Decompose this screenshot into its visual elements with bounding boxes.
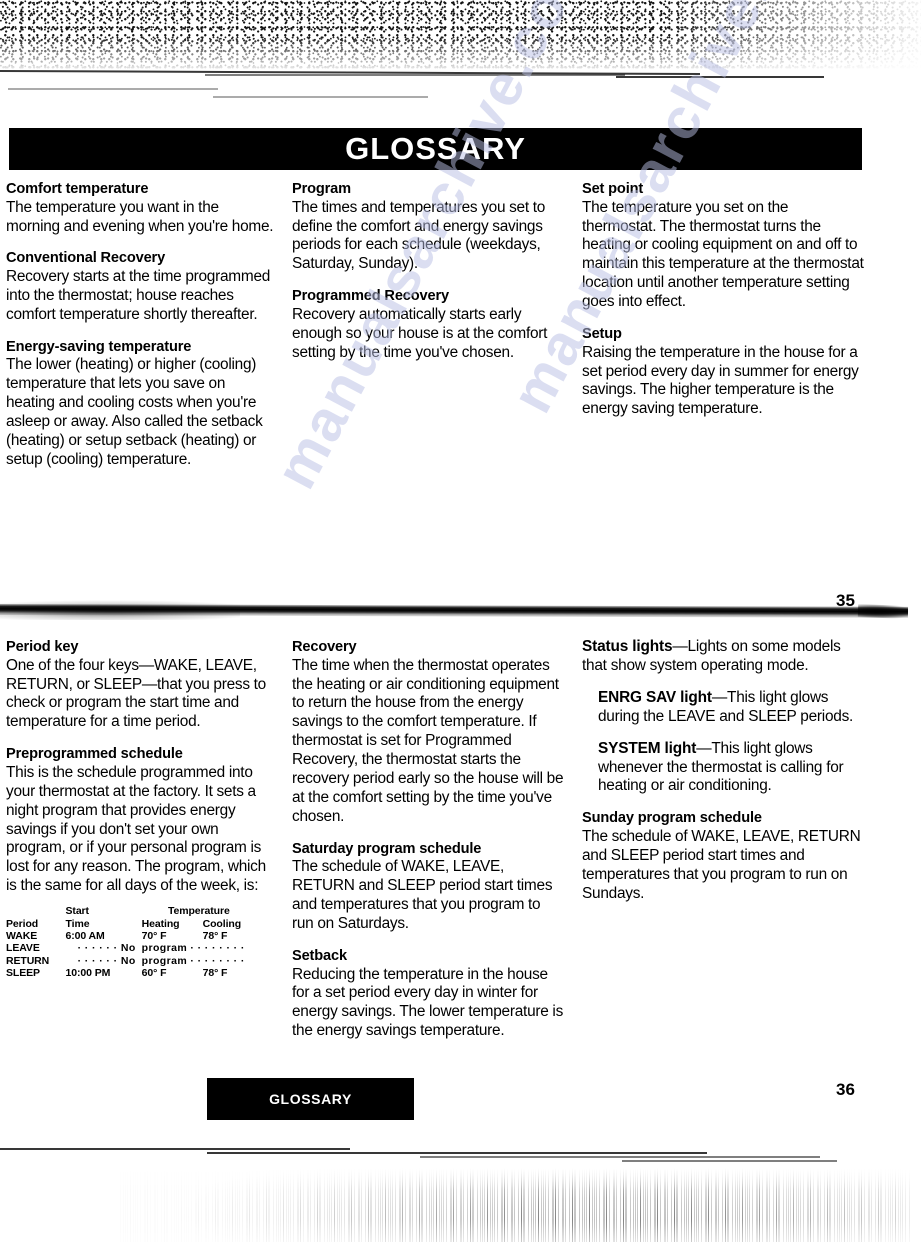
table-group-header-row: Start Temperature bbox=[6, 905, 256, 917]
table-cell-period: LEAVE bbox=[6, 942, 40, 955]
definition-saturday-program-schedule: The schedule of WAKE, LEAVE, RETURN and … bbox=[292, 858, 553, 933]
definition-setback: Reducing the temperature in the house fo… bbox=[292, 965, 564, 1040]
term-set-point: Set point bbox=[582, 181, 644, 197]
glossary-entry-system-light: SYSTEM light—This light glows whenever t… bbox=[598, 740, 864, 797]
table-cell-cooling: 78° F bbox=[202, 929, 228, 942]
table-cell-heating: 60° F bbox=[141, 967, 167, 980]
term-recovery: Recovery bbox=[292, 639, 357, 655]
page-35-column-1: Comfort temperature The temperature you … bbox=[6, 180, 274, 470]
definition-conventional-recovery: Recovery starts at the time programmed i… bbox=[6, 268, 271, 323]
definition-energy-saving-temperature: The lower (heating) or higher (cooling) … bbox=[6, 356, 263, 468]
glossary-entry-conventional-recovery: Conventional Recovery Recovery starts at… bbox=[6, 249, 274, 324]
glossary-entry-programmed-recovery: Programmed Recovery Recovery automatical… bbox=[292, 287, 564, 362]
definition-recovery: The time when the thermostat operates th… bbox=[292, 656, 564, 825]
preprogrammed-schedule-table: Start Temperature Period Time Heating Co… bbox=[6, 905, 256, 979]
term-period-key: Period key bbox=[6, 639, 79, 655]
table-row: SLEEP 10:00 PM 60° F 78° F bbox=[6, 967, 256, 979]
scan-rule-4 bbox=[8, 88, 218, 90]
term-saturday-program-schedule: Saturday program schedule bbox=[292, 840, 482, 857]
glossary-entry-set-point: Set point The temperature you set on the… bbox=[582, 180, 864, 312]
term-enrg-sav-light: ENRG SAV light bbox=[598, 688, 712, 706]
scan-rule-7 bbox=[207, 1152, 707, 1155]
table-group-header-start: Start bbox=[65, 905, 90, 918]
table-cell-cooling: 78° F bbox=[202, 967, 228, 980]
table-header-period: Period bbox=[6, 917, 39, 930]
table-cell-no-program: program · · · · · · · · bbox=[141, 942, 245, 955]
definition-status-lights: Status lights—Lights on some models that… bbox=[582, 638, 864, 676]
table-row: RETURN · · · · · · No program · · · · · … bbox=[6, 955, 256, 967]
table-cell-period: SLEEP bbox=[6, 967, 40, 980]
scan-rule-5 bbox=[213, 96, 428, 98]
table-header-cooling: Cooling bbox=[202, 917, 242, 930]
definition-programmed-recovery: Recovery automatically starts early enou… bbox=[292, 305, 548, 361]
scan-rule-6 bbox=[0, 1148, 350, 1151]
definition-setup: Raising the temperature in the house for… bbox=[582, 343, 859, 418]
table-cell-time: 6:00 AM bbox=[65, 929, 105, 942]
glossary-entry-preprogrammed-schedule: Preprogrammed schedule This is the sched… bbox=[6, 745, 274, 979]
page-35-column-2: Program The times and temperatures you s… bbox=[292, 180, 564, 363]
scan-rule-9 bbox=[622, 1160, 837, 1162]
page-36-content: Period key One of the four keys—WAKE, LE… bbox=[0, 638, 921, 1068]
definition-enrg-sav-light: ENRG SAV light—This light glows during t… bbox=[598, 689, 864, 727]
page-36-column-1: Period key One of the four keys—WAKE, LE… bbox=[6, 638, 274, 980]
definition-comfort-temperature: The temperature you want in the morning … bbox=[6, 198, 274, 235]
term-setback: Setback bbox=[292, 947, 347, 964]
term-programmed-recovery: Programmed Recovery bbox=[292, 288, 449, 305]
page-number-36: 36 bbox=[836, 1080, 855, 1099]
term-comfort-temperature: Comfort temperature bbox=[6, 181, 149, 197]
table-cell-period: WAKE bbox=[6, 929, 38, 942]
page-divider-tip bbox=[857, 604, 909, 619]
term-system-light: SYSTEM light bbox=[598, 739, 697, 757]
glossary-entry-sunday-program-schedule: Sunday program schedule The schedule of … bbox=[582, 809, 864, 903]
definition-set-point: The temperature you set on the thermosta… bbox=[582, 198, 864, 311]
term-energy-saving-temperature: Energy-saving temperature bbox=[6, 338, 192, 355]
table-row: LEAVE · · · · · · No program · · · · · ·… bbox=[6, 942, 256, 954]
glossary-entry-status-lights: Status lights—Lights on some models that… bbox=[582, 638, 864, 676]
term-conventional-recovery: Conventional Recovery bbox=[6, 250, 166, 267]
glossary-banner-top: GLOSSARY bbox=[9, 128, 862, 170]
table-row: WAKE 6:00 AM 70° F 78° F bbox=[6, 930, 256, 942]
glossary-entry-enrg-sav-light: ENRG SAV light—This light glows during t… bbox=[598, 689, 864, 727]
definition-sunday-program-schedule: The schedule of WAKE, LEAVE, RETURN and … bbox=[582, 827, 861, 902]
page-35-content: Comfort temperature The temperature you … bbox=[0, 180, 921, 580]
term-setup: Setup bbox=[582, 326, 622, 343]
table-cell-time: · · · · · · No bbox=[77, 942, 136, 955]
table-header-row: Period Time Heating Cooling bbox=[6, 918, 256, 930]
term-status-lights: Status lights bbox=[582, 638, 673, 655]
scan-rule-8 bbox=[420, 1156, 820, 1158]
page-36-column-3: Status lights—Lights on some models that… bbox=[582, 638, 864, 904]
table-header-time: Time bbox=[65, 917, 90, 930]
glossary-entry-energy-saving-temperature: Energy-saving temperature The lower (hea… bbox=[6, 338, 274, 470]
glossary-banner-title: GLOSSARY bbox=[345, 131, 526, 166]
definition-period-key: One of the four keys—WAKE, LEAVE, RETURN… bbox=[6, 656, 266, 731]
table-cell-no-program: program · · · · · · · · bbox=[141, 954, 245, 967]
scan-noise-top bbox=[0, 0, 921, 72]
glossary-entry-setup: Setup Raising the temperature in the hou… bbox=[582, 325, 864, 419]
glossary-entry-comfort-temperature: Comfort temperature The temperature you … bbox=[6, 180, 274, 236]
term-program: Program bbox=[292, 181, 351, 197]
definition-preprogrammed-schedule: This is the schedule programmed into you… bbox=[6, 763, 266, 895]
definition-system-light: SYSTEM light—This light glows whenever t… bbox=[598, 740, 864, 797]
table-cell-period: RETURN bbox=[6, 954, 50, 967]
scan-rule-3 bbox=[616, 76, 824, 78]
table-group-header-temperature: Temperature bbox=[167, 905, 230, 918]
glossary-entry-recovery: Recovery The time when the thermostat op… bbox=[292, 638, 564, 827]
glossary-entry-setback: Setback Reducing the temperature in the … bbox=[292, 947, 564, 1041]
glossary-footer-banner-title: GLOSSARY bbox=[269, 1091, 352, 1107]
page-36-column-2: Recovery The time when the thermostat op… bbox=[292, 638, 564, 1041]
table-cell-time: · · · · · · No bbox=[77, 954, 136, 967]
term-preprogrammed-schedule: Preprogrammed schedule bbox=[6, 746, 183, 763]
glossary-entry-period-key: Period key One of the four keys—WAKE, LE… bbox=[6, 638, 274, 732]
glossary-footer-banner: GLOSSARY bbox=[207, 1078, 414, 1120]
glossary-entry-saturday-program-schedule: Saturday program schedule The schedule o… bbox=[292, 840, 564, 934]
term-sunday-program-schedule: Sunday program schedule bbox=[582, 810, 762, 827]
page-35-column-3: Set point The temperature you set on the… bbox=[582, 180, 864, 419]
glossary-entry-program: Program The times and temperatures you s… bbox=[292, 180, 564, 274]
table-cell-heating: 70° F bbox=[141, 929, 167, 942]
scan-noise-bottom bbox=[120, 1168, 910, 1242]
scan-rule-2 bbox=[205, 74, 625, 76]
definition-program: The times and temperatures you set to de… bbox=[292, 198, 546, 273]
table-header-heating: Heating bbox=[141, 917, 180, 930]
table-cell-time: 10:00 PM bbox=[65, 967, 111, 980]
